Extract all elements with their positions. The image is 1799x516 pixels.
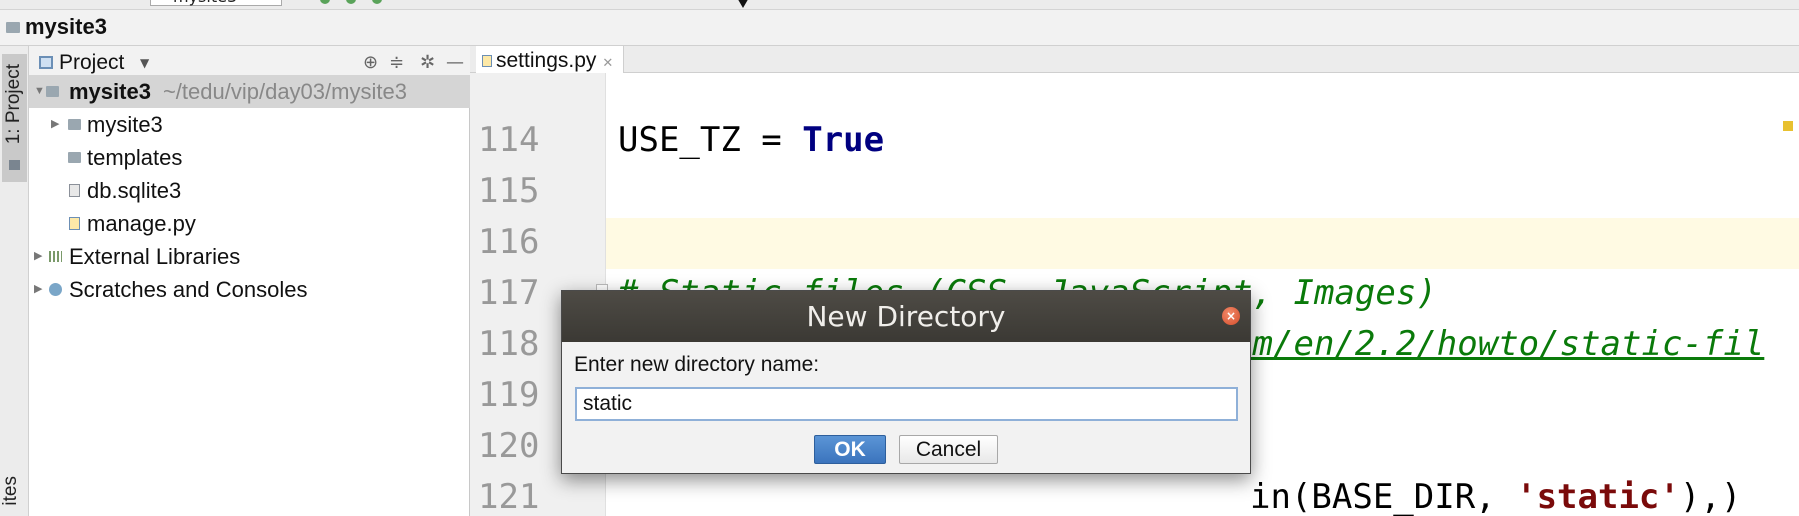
folder-icon <box>68 119 81 130</box>
tab-settings-py[interactable]: settings.py ✕ <box>476 46 625 73</box>
mouse-cursor-icon <box>736 0 750 8</box>
tree-item-path: ~/tedu/vip/day03/mysite3 <box>162 79 407 104</box>
code-text: USE_TZ = <box>618 120 803 160</box>
tree-item-label: templates <box>87 145 183 170</box>
debug-icon[interactable] <box>346 0 356 4</box>
dialog-titlebar[interactable]: New Directory × <box>562 291 1250 342</box>
new-directory-dialog: New Directory × Enter new directory name… <box>561 290 1251 474</box>
code-line-121[interactable]: in(BASE_DIR, 'static'),) <box>1250 472 1741 516</box>
folder-icon <box>6 22 20 33</box>
close-icon[interactable]: ✕ <box>602 55 613 70</box>
collapse-all-icon[interactable]: ≑ <box>389 52 404 73</box>
tree-item-label: manage.py <box>87 211 196 236</box>
tree-item-templates[interactable]: templates <box>29 141 470 174</box>
project-tool-tab-label: 1: Project <box>3 64 24 145</box>
chevron-down-icon[interactable]: ▼ <box>140 56 149 70</box>
tree-item-label: Scratches and Consoles <box>69 277 308 302</box>
collapse-arrow-icon[interactable]: ▶ <box>34 273 42 306</box>
tree-item-manage-py[interactable]: manage.py <box>29 207 470 240</box>
line-number: 114 <box>478 120 540 160</box>
coverage-icon[interactable] <box>372 0 382 4</box>
cancel-button[interactable]: Cancel <box>899 435 998 464</box>
project-tool-tab[interactable]: 1: Project <box>2 54 27 182</box>
hide-icon[interactable]: — <box>446 52 464 73</box>
warning-marker-icon[interactable] <box>1783 121 1793 131</box>
line-number: 115 <box>478 171 540 211</box>
code-string: 'static' <box>1516 477 1680 516</box>
tree-item-label: db.sqlite3 <box>87 178 182 203</box>
expand-arrow-icon[interactable]: ▼ <box>34 75 45 108</box>
project-view-selector[interactable]: Project <box>59 51 124 75</box>
folder-icon <box>68 152 81 163</box>
favorites-tool-tab[interactable]: ites <box>0 476 22 506</box>
navigation-bar: mysite3 <box>0 10 1799 46</box>
collapse-arrow-icon[interactable]: ▶ <box>51 108 59 141</box>
project-tool-window: Project ▼ ⊕ ≑ ✲ — ▼ mysite3 ~/tedu/vip/da… <box>29 46 470 516</box>
tree-item-label: External Libraries <box>69 244 241 269</box>
left-tool-stripe: 1: Project ites <box>0 46 29 516</box>
scratches-icon <box>49 283 62 296</box>
database-file-icon <box>69 184 80 197</box>
code-text: in(BASE_DIR, <box>1250 477 1517 516</box>
breadcrumb-project[interactable]: mysite3 <box>25 14 107 40</box>
library-icon <box>49 251 62 262</box>
tree-item-scratches[interactable]: ▶ Scratches and Consoles <box>29 273 470 306</box>
gear-icon[interactable]: ✲ <box>420 52 435 73</box>
project-view-icon <box>39 56 53 69</box>
ok-button[interactable]: OK <box>814 435 886 464</box>
tree-item-external-libraries[interactable]: ▶ External Libraries <box>29 240 470 273</box>
folder-icon <box>46 86 59 97</box>
current-line-highlight <box>470 218 1799 269</box>
run-config-dropdown[interactable]: mysite3 <box>150 0 282 6</box>
code-text: ),) <box>1679 477 1742 516</box>
tree-item-db-sqlite3[interactable]: db.sqlite3 <box>29 174 470 207</box>
directory-name-input[interactable] <box>575 387 1238 421</box>
locate-icon[interactable]: ⊕ <box>363 52 378 73</box>
line-number: 121 <box>478 477 540 516</box>
code-line-114[interactable]: USE_TZ = True <box>618 115 884 166</box>
collapse-arrow-icon[interactable]: ▶ <box>34 240 42 273</box>
tree-item-mysite3-package[interactable]: ▶ mysite3 <box>29 108 470 141</box>
python-file-icon <box>482 55 492 67</box>
folder-icon <box>9 160 20 170</box>
editor-tab-bar: settings.py ✕ <box>470 46 1799 73</box>
line-number: 116 <box>478 222 540 262</box>
main-toolbar: mysite3 <box>0 0 1799 10</box>
run-icon[interactable] <box>320 0 330 4</box>
code-keyword: True <box>802 120 885 160</box>
python-file-icon <box>69 217 80 230</box>
tab-label: settings.py <box>496 49 597 72</box>
tree-item-label: mysite3 <box>69 79 151 104</box>
tree-item-project-root[interactable]: ▼ mysite3 ~/tedu/vip/day03/mysite3 <box>29 75 470 108</box>
close-icon[interactable]: × <box>1222 307 1240 325</box>
project-panel-header: Project ▼ ⊕ ≑ ✲ — <box>29 46 470 78</box>
tree-item-label: mysite3 <box>87 112 163 137</box>
dialog-prompt-label: Enter new directory name: <box>574 353 820 376</box>
dialog-title: New Directory <box>806 300 1006 333</box>
